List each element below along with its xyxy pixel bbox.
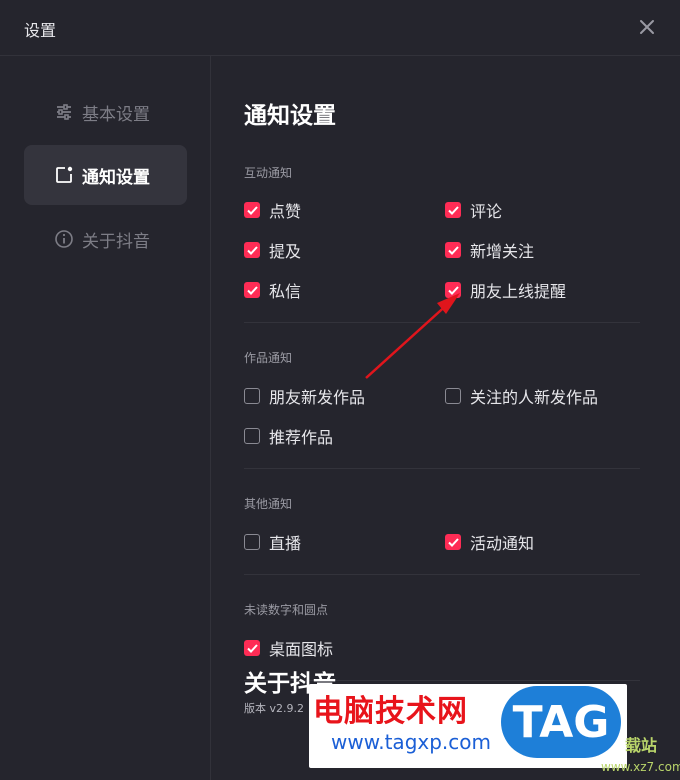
watermark-site: 载站	[625, 736, 658, 755]
annotation-arrow-icon	[365, 293, 460, 379]
watermark-site-url: www.xz7.com	[601, 760, 680, 774]
watermark-logo: TAG	[501, 686, 621, 758]
watermark: 电脑技术网 www.tagxp.com TAG	[309, 684, 627, 768]
watermark-text: 电脑技术网	[313, 694, 468, 729]
watermark-url: www.tagxp.com	[331, 730, 491, 754]
